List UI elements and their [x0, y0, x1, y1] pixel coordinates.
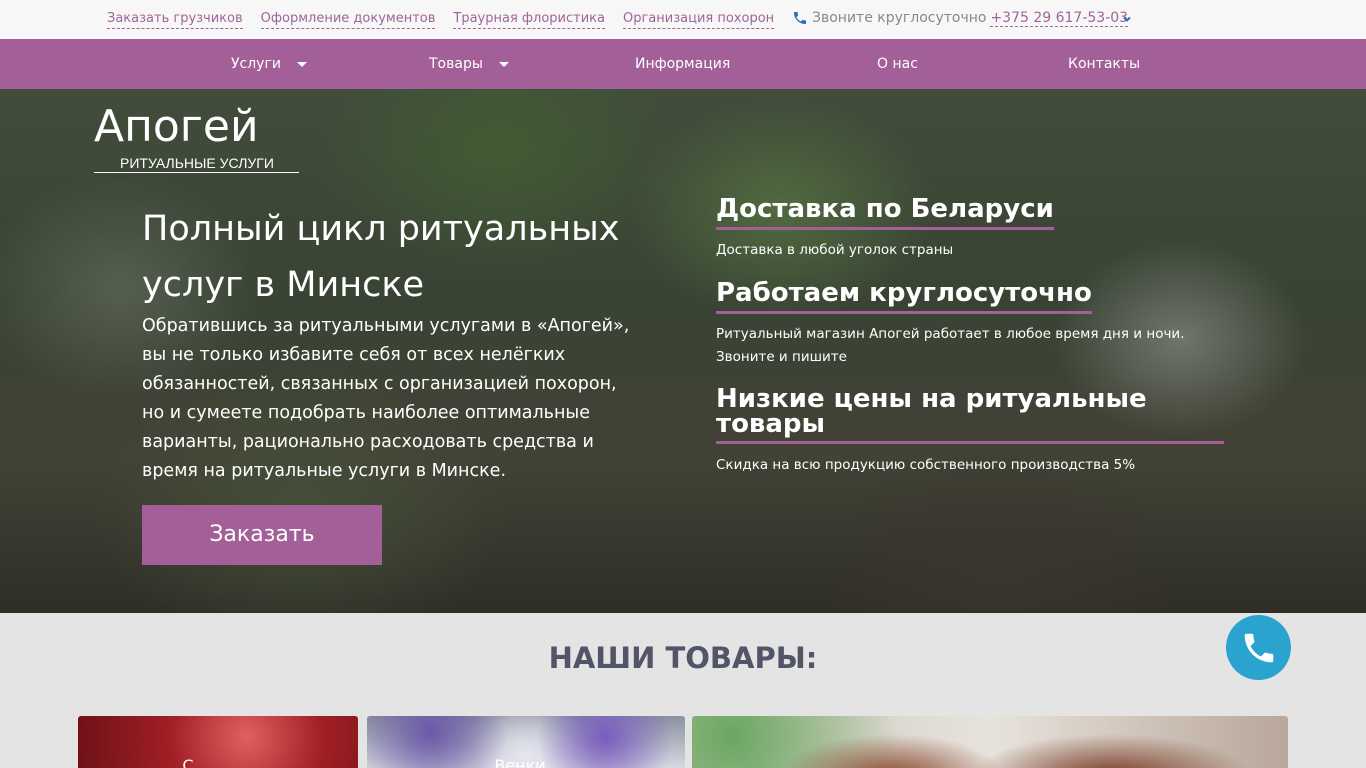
product-card-coffins[interactable]	[692, 716, 1288, 768]
logo[interactable]: Апогей РИТУАЛЬНЫЕ УСЛУГИ	[94, 101, 300, 175]
toplink-funeral-organization[interactable]: Организация похорон	[622, 10, 775, 29]
feature-text-24h: Ритуальный магазин Апогей работает в люб…	[716, 326, 1185, 365]
phone-contact: Звоните круглосуточно +375 29 617-53-03	[792, 9, 1129, 27]
chevron-down-icon[interactable]	[1121, 13, 1133, 25]
feature-text-delivery: Доставка в любой уголок страны	[716, 242, 954, 258]
nav-item-products[interactable]: Товары	[429, 39, 509, 89]
call-button[interactable]	[1226, 615, 1291, 680]
nav-label: Услуги	[231, 56, 281, 72]
caret-down-icon	[296, 61, 307, 67]
product-card-label: С	[182, 756, 194, 768]
feature-text-low-prices: Скидка на всю продукцию собственного про…	[716, 457, 1136, 473]
product-card-wreaths[interactable]: Венки	[367, 716, 685, 768]
top-links: Заказать грузчиков Оформление документов…	[107, 10, 775, 29]
nav-label: Информация	[635, 56, 731, 72]
product-card-label: Венки	[494, 756, 546, 768]
nav-label: Товары	[429, 56, 483, 72]
hero-banner: Апогей РИТУАЛЬНЫЕ УСЛУГИ Полный цикл рит…	[0, 89, 1366, 613]
logo-underline	[94, 172, 299, 173]
feature-title-low-prices: Низкие цены на ритуальные товары	[716, 386, 1224, 444]
hero-title: Полный цикл ритуальных услуг в Минске	[142, 209, 620, 305]
nav-label: Контакты	[1068, 56, 1141, 72]
feature-title-delivery: Доставка по Беларуси	[716, 195, 1054, 230]
main-nav: Услуги Товары Информация О нас Контакты	[0, 39, 1366, 89]
top-bar: Заказать грузчиков Оформление документов…	[0, 0, 1366, 39]
products-section-title: НАШИ ТОВАРЫ:	[548, 641, 818, 675]
nav-item-contacts[interactable]: Контакты	[1068, 39, 1140, 89]
caret-down-icon	[498, 61, 509, 67]
logo-word: Апогей	[94, 101, 259, 152]
nav-item-services[interactable]: Услуги	[231, 39, 307, 89]
phone-number-link[interactable]: +375 29 617-53-03	[990, 10, 1129, 27]
logo-subtitle: РИТУАЛЬНЫЕ УСЛУГИ	[120, 155, 274, 171]
toplink-floristry[interactable]: Траурная флористика	[453, 10, 605, 29]
toplink-documents[interactable]: Оформление документов	[260, 10, 436, 29]
toplink-movers[interactable]: Заказать грузчиков	[107, 10, 243, 29]
phone-call-icon	[1244, 633, 1273, 662]
phone-icon	[794, 12, 806, 24]
phone-label: Звоните круглосуточно	[812, 10, 987, 26]
product-card[interactable]: С	[78, 716, 358, 768]
order-button[interactable]: Заказать	[142, 505, 382, 565]
nav-item-information[interactable]: Информация	[635, 39, 730, 89]
hero-description: Обратившись за ритуальными услугами в «А…	[142, 316, 630, 481]
nav-item-about[interactable]: О нас	[877, 39, 918, 89]
feature-title-24h: Работаем круглосуточно	[716, 279, 1092, 314]
nav-label: О нас	[877, 56, 918, 72]
